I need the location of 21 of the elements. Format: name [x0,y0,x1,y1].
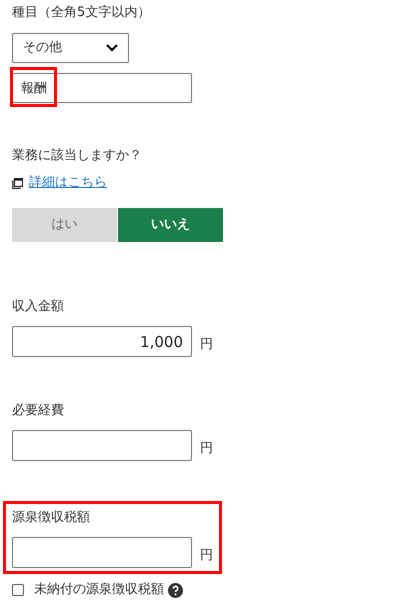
unit-label: 円 [200,336,213,354]
checkbox[interactable] [12,584,24,596]
unit-label: 円 [200,440,213,458]
question-text: 業務に該当しますか？ [12,147,143,165]
window-icon [12,178,23,188]
amount-field[interactable] [12,537,192,568]
unit-label: 円 [200,546,213,565]
field-label: 収入金額 [12,298,65,316]
toggle-option[interactable]: いいえ [118,208,223,242]
input-field[interactable]: 報酬 [12,73,192,103]
amount-field[interactable]: 1,000 [12,326,192,357]
field-label: 源泉徴収税額 [12,509,91,527]
details-link[interactable]: 詳細はこちら [29,173,107,193]
checkbox-label: 未納付の源泉徴収税額 [34,581,164,600]
help-icon[interactable] [168,582,183,598]
chevron-down-icon [106,44,118,52]
field-label: 必要経費 [12,402,65,420]
toggle-option[interactable]: はい [12,208,117,242]
field-label: 種目（全角5文字以内） [12,4,152,22]
category-select[interactable]: その他 [12,33,129,63]
amount-field[interactable] [12,430,192,461]
